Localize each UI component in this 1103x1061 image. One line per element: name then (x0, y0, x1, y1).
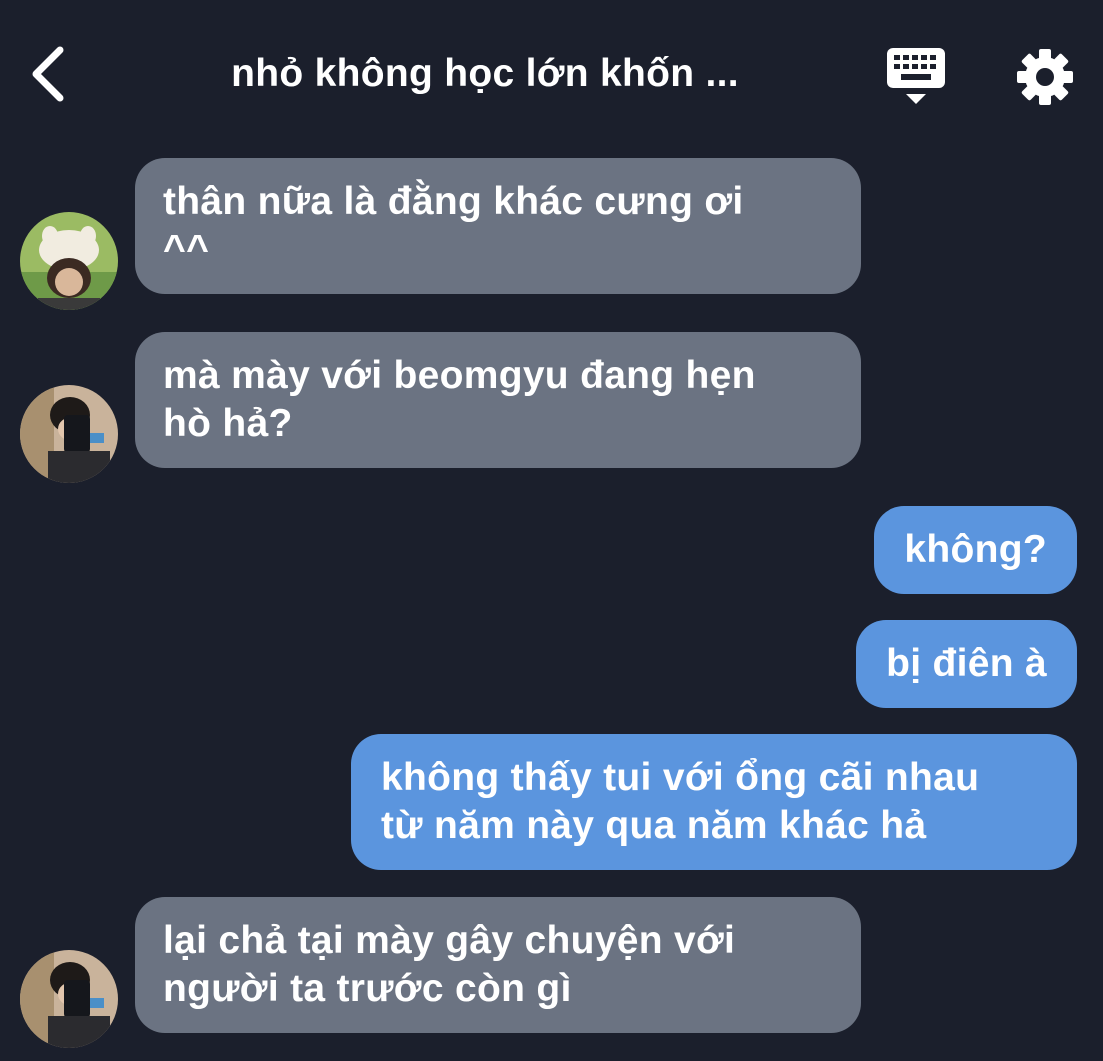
chat-screen: nhỏ không học lớn khốn ... thân nữa là đ… (0, 0, 1103, 1061)
message-text: bị điên à (886, 642, 1047, 685)
chat-title: nhỏ không học lớn khốn ... (231, 52, 739, 95)
message-bubble-incoming: thân nữa là đằng khác cưng ơi ^^ (135, 158, 861, 294)
keyboard-icon (887, 48, 945, 104)
message-text: không? (904, 528, 1047, 571)
settings-button[interactable] (1014, 46, 1076, 108)
message-text: mà mày với beomgyu đang hẹn hò hả? (163, 354, 756, 445)
message-bubble-outgoing: bị điên à (856, 620, 1077, 708)
message-bubble-outgoing: không thấy tui với ổng cãi nhau từ năm n… (351, 734, 1077, 870)
back-button[interactable] (22, 40, 78, 108)
message-text: thân nữa là đằng khác cưng ơi ^^ (163, 180, 744, 271)
avatar-mirror-user[interactable] (20, 950, 118, 1048)
chevron-left-icon (32, 46, 64, 102)
avatar-hat-user[interactable] (20, 212, 118, 310)
message-text: lại chả tại mày gây chuyện với người ta … (163, 919, 736, 1010)
message-bubble-outgoing: không? (874, 506, 1077, 594)
avatar-mirror-user[interactable] (20, 385, 118, 483)
keyboard-button[interactable] (884, 44, 948, 108)
message-bubble-incoming: mà mày với beomgyu đang hẹn hò hả? (135, 332, 861, 468)
message-text: không thấy tui với ổng cãi nhau từ năm n… (381, 756, 980, 847)
message-bubble-incoming: lại chả tại mày gây chuyện với người ta … (135, 897, 861, 1033)
gear-icon (1017, 49, 1073, 105)
